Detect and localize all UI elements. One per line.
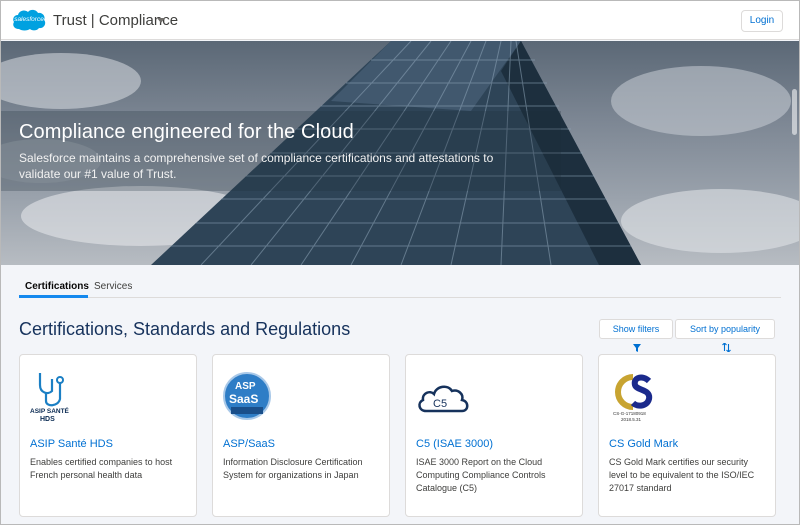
sort-by-popularity-button[interactable]: Sort by popularity [675,319,775,353]
show-filters-label: Show filters [612,324,660,334]
salesforce-logo[interactable]: salesforce [11,7,47,32]
card-title[interactable]: ASIP Santé HDS [30,438,113,450]
cs-gold-mark-icon: CS-G-17180918 2018.5.31 [607,371,667,422]
certification-card[interactable]: ASIP SANTÉ HDS ASIP Santé HDS Enables ce… [19,354,197,517]
tab-services[interactable]: Services [94,281,132,292]
scrollbar-thumb[interactable] [792,89,797,135]
card-title[interactable]: CS Gold Mark [609,438,678,450]
hero-subtitle: Salesforce maintains a comprehensive set… [19,151,494,181]
certification-card[interactable]: C5 C5 (ISAE 3000) ISAE 3000 Report on th… [405,354,583,517]
cloud-icon: C5 [414,371,474,421]
card-description: ISAE 3000 Report on the Cloud Computing … [416,457,546,493]
filter-icon [633,343,641,352]
c5-logo-text: C5 [433,398,447,410]
card-description: Information Disclosure Certification Sys… [223,457,363,480]
card-title[interactable]: C5 (ISAE 3000) [416,438,493,450]
stethoscope-icon: ASIP SANTÉ HDS [28,371,88,423]
asip-logo-text: ASIP SANTÉ [30,406,70,415]
certification-card[interactable]: CS-G-17180918 2018.5.31 CS Gold Mark CS … [598,354,776,517]
hds-logo-text: HDS [40,416,55,423]
saas-logo-text: SaaS [229,392,258,406]
tab-certifications[interactable]: Certifications [25,281,89,292]
sort-arrows-icon [721,342,731,353]
certification-card[interactable]: ASP SaaS ASP/SaaS Information Disclosure… [212,354,390,517]
hero-banner: Compliance engineered for the Cloud Sale… [1,41,799,265]
asp-logo-text: ASP [235,381,256,392]
section-title: Certifications, Standards and Regulation… [19,319,351,339]
show-filters-button[interactable]: Show filters [599,319,673,352]
card-description: CS Gold Mark certifies our security leve… [609,457,755,493]
chevron-down-icon[interactable] [157,18,165,23]
asp-saas-badge-icon: ASP SaaS [221,371,281,421]
cs-cert-number: CS-G-17180918 [613,411,646,416]
top-header: salesforce Trust | Compliance Login [1,1,799,40]
card-title[interactable]: ASP/SaaS [223,438,275,450]
hero-title: Compliance engineered for the Cloud [19,121,354,143]
login-button[interactable]: Login [741,10,783,32]
logo-text: salesforce [14,16,44,23]
active-tab-indicator [19,295,88,298]
cs-cert-date: 2018.5.31 [621,417,642,422]
card-description: Enables certified companies to host Fren… [30,457,173,480]
sort-label: Sort by popularity [689,324,761,334]
tab-bar: Certifications Services [19,275,781,298]
